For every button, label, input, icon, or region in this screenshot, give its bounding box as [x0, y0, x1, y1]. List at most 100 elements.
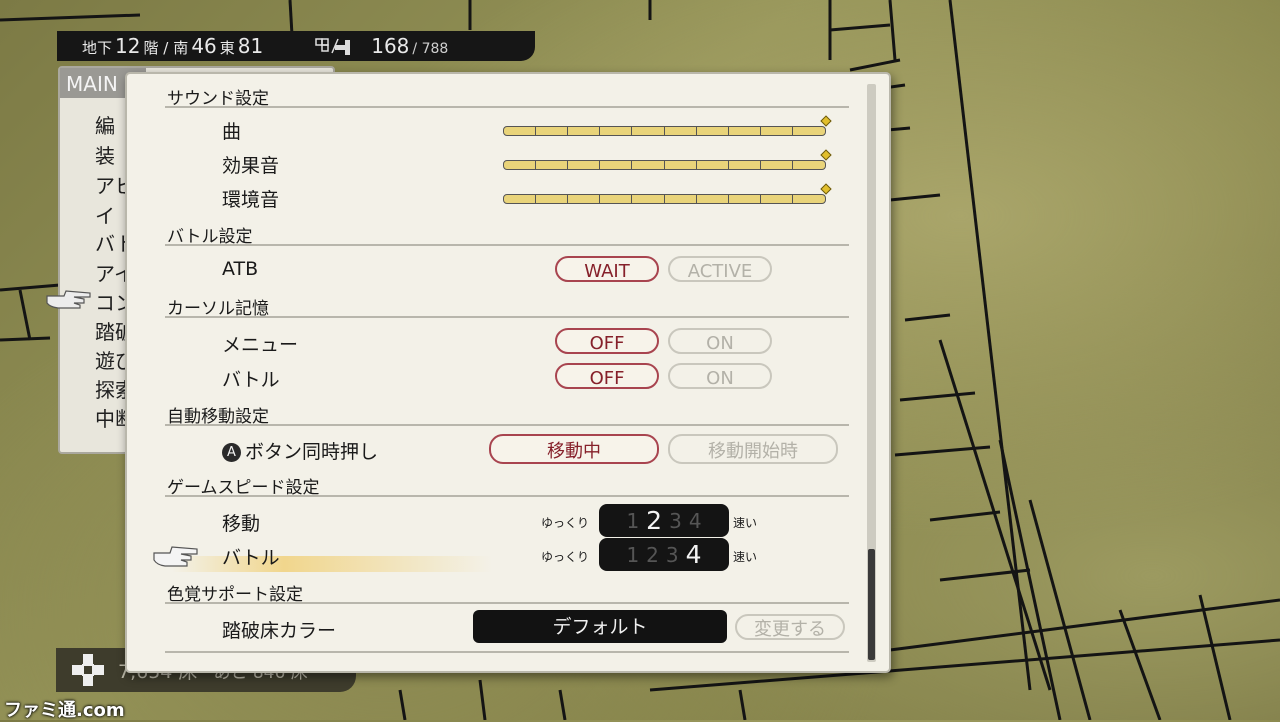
- slider-tick: [567, 161, 569, 169]
- scrollbar-thumb[interactable]: [868, 549, 875, 660]
- a-button-icon: A: [222, 443, 241, 462]
- slider-tick: [567, 195, 569, 203]
- config-panel: サウンド設定 曲 効果音 環境音 バトル設定 ATB WAIT ACTIVE カ…: [125, 72, 891, 673]
- slow-label: ゆっくり: [541, 516, 590, 530]
- slider-tick: [631, 161, 633, 169]
- music-volume-slider[interactable]: [503, 115, 832, 138]
- grid-line: [829, 23, 891, 32]
- speed-level-3[interactable]: 3: [669, 509, 682, 533]
- fast-label: 速い: [733, 550, 758, 564]
- slider-tick: [727, 161, 729, 169]
- grid-line: [1198, 594, 1232, 720]
- battle-speed-label: バトル: [222, 547, 280, 569]
- atb-wait-button[interactable]: WAIT: [555, 256, 659, 282]
- speed-level-4-selected[interactable]: 4: [686, 540, 702, 569]
- grid-line: [887, 126, 911, 132]
- battle-memory-off-button[interactable]: OFF: [555, 363, 659, 389]
- floor-number: 12: [115, 34, 141, 58]
- speed-level-2-selected[interactable]: 2: [646, 506, 662, 535]
- tiles-total: / 788: [412, 41, 449, 57]
- slider-tick: [631, 195, 633, 203]
- grid-line: [478, 679, 487, 720]
- change-color-button[interactable]: 変更する: [735, 614, 845, 640]
- grid-line: [18, 289, 32, 341]
- slider-tick: [695, 161, 697, 169]
- divider: [165, 106, 849, 108]
- ambient-label: 環境音: [222, 189, 280, 211]
- floor-tiles-icon: [72, 654, 104, 686]
- slider-tick: [727, 195, 729, 203]
- slider-tick: [631, 127, 633, 135]
- sfx-label: 効果音: [222, 155, 280, 177]
- grid-line: [738, 689, 747, 720]
- menu-memory-on-button[interactable]: ON: [668, 328, 772, 354]
- music-label: 曲: [222, 121, 242, 143]
- speed-level-1[interactable]: 1: [626, 509, 639, 533]
- battle-speed-selector[interactable]: 1 2 3 4: [599, 538, 729, 571]
- battle-memory-on-button[interactable]: ON: [668, 363, 772, 389]
- auto-move-on-start-button[interactable]: 移動開始時: [668, 434, 838, 464]
- floor-prefix: 地下: [82, 39, 113, 57]
- slider-fill: [503, 194, 826, 204]
- slider-tick: [535, 161, 537, 169]
- speed-level-1[interactable]: 1: [626, 543, 639, 567]
- watermark-logo: ファミ通.com: [4, 700, 125, 721]
- divider: [165, 495, 849, 497]
- main-menu-item[interactable]: イ: [95, 200, 115, 229]
- grid-line: [1028, 499, 1092, 720]
- menu-memory-label: メニュー: [222, 334, 299, 356]
- grid-line: [398, 689, 407, 720]
- menu-pointer-hand-icon: [46, 290, 91, 309]
- south-coordinate: 46: [191, 34, 217, 58]
- menu-memory-off-button[interactable]: OFF: [555, 328, 659, 354]
- slider-fill: [503, 126, 826, 136]
- slider-tick: [535, 127, 537, 135]
- slider-tick: [791, 161, 793, 169]
- slider-knob[interactable]: [820, 149, 832, 161]
- ambient-volume-slider[interactable]: [503, 183, 832, 206]
- sfx-volume-slider[interactable]: [503, 149, 832, 172]
- speed-level-4[interactable]: 4: [689, 509, 702, 533]
- grid-line: [888, 0, 897, 61]
- slider-tick: [663, 161, 665, 169]
- divider: [165, 602, 849, 604]
- grid-line: [1118, 609, 1162, 720]
- floor-color-label: 踏破床カラー: [222, 620, 337, 642]
- grid-line: [0, 13, 141, 22]
- slider-knob[interactable]: [820, 183, 832, 195]
- grid-line: [849, 58, 901, 72]
- fast-label: 速い: [733, 516, 758, 530]
- slider-tick: [567, 127, 569, 135]
- simultaneous-press-text: ボタン同時押し: [245, 441, 379, 463]
- slider-tick: [535, 195, 537, 203]
- slider-tick: [759, 127, 761, 135]
- slider-tick: [599, 161, 601, 169]
- floor-suffix: 階 /: [143, 39, 169, 57]
- speed-level-3[interactable]: 3: [666, 543, 679, 567]
- slider-tick: [599, 195, 601, 203]
- atb-active-button[interactable]: ACTIVE: [668, 256, 772, 282]
- main-menu-item[interactable]: 装: [95, 140, 115, 169]
- speed-level-2[interactable]: 2: [646, 543, 659, 567]
- move-speed-label: 移動: [222, 513, 261, 535]
- grid-line: [558, 689, 567, 720]
- slider-fill: [503, 160, 826, 170]
- slider-tick: [695, 195, 697, 203]
- atb-label: ATB: [222, 258, 259, 280]
- main-menu-item[interactable]: 編: [95, 110, 115, 139]
- auto-move-moving-button[interactable]: 移動中: [489, 434, 659, 464]
- slider-tick: [663, 127, 665, 135]
- slider-tick: [599, 127, 601, 135]
- grid-line: [899, 391, 976, 402]
- floor-color-current[interactable]: デフォルト: [473, 610, 727, 643]
- slider-knob[interactable]: [820, 115, 832, 127]
- grid-line: [0, 336, 51, 342]
- simultaneous-press-label: A ボタン同時押し: [222, 437, 378, 464]
- location-status-bar: 地下 12 階 / 南 46 東 81 168 / 788: [57, 31, 535, 61]
- divider: [165, 424, 849, 426]
- tiles-current: 168: [371, 34, 410, 58]
- move-speed-selector[interactable]: 1 2 3 4: [599, 504, 729, 537]
- grid-line: [904, 313, 951, 322]
- divider: [165, 244, 849, 246]
- slider-tick: [663, 195, 665, 203]
